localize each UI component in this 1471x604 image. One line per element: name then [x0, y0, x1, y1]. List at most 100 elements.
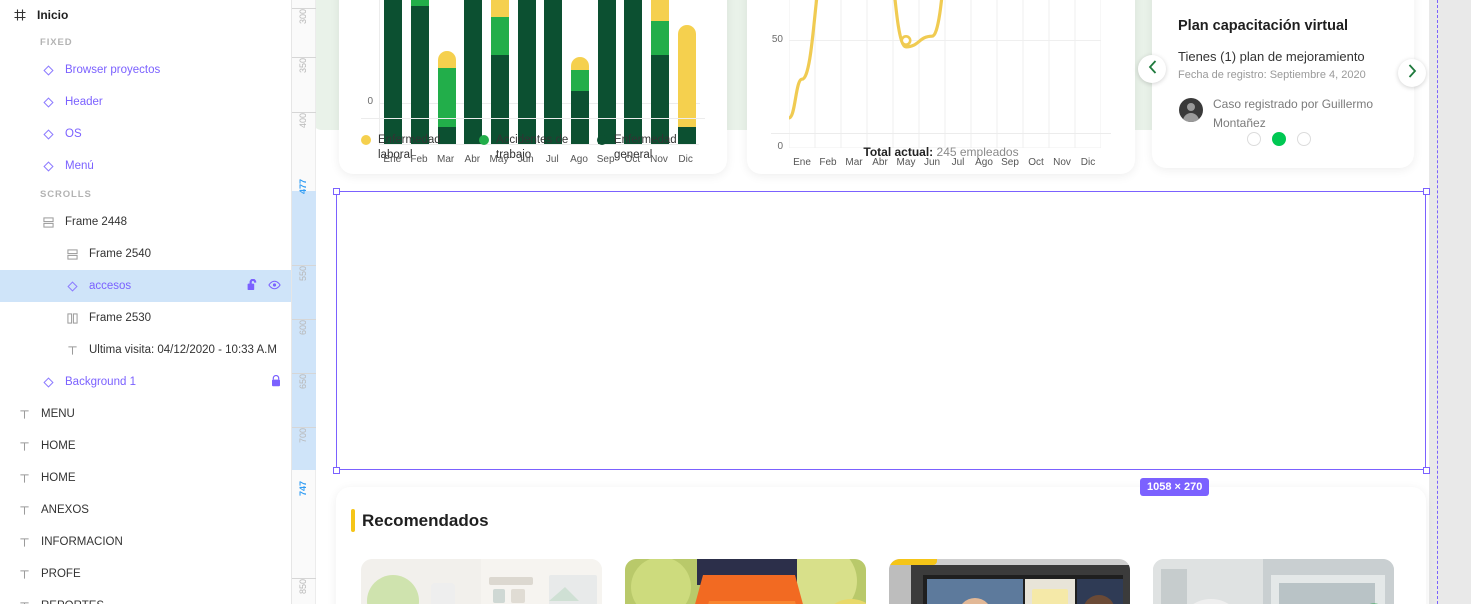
- rec-card-thumb-site[interactable]: [1153, 559, 1394, 604]
- ruler-tick-550: 550: [292, 265, 316, 281]
- ruler-tick-747: 747: [292, 480, 316, 496]
- layer-label: PROFE: [41, 568, 81, 580]
- layer-row-ltima-visita-04-12-2020-10-33-a-m[interactable]: Última visita: 04/12/2020 - 10:33 A.M: [0, 334, 291, 366]
- bar-column-oct: [624, 0, 643, 144]
- layer-row-frame-2540[interactable]: Frame 2540: [0, 238, 291, 270]
- carousel-prev-button[interactable]: [1138, 55, 1166, 83]
- plan-subtitle: Tienes (1) plan de mejoramiento: [1178, 49, 1365, 64]
- bar-column-dic: [677, 0, 696, 144]
- layer-row-frame-2530[interactable]: Frame 2530: [0, 302, 291, 334]
- plan-title: Plan capacitación virtual: [1178, 18, 1349, 34]
- layout-guide-dashed: [1437, 0, 1438, 604]
- carousel-dot-2[interactable]: [1297, 132, 1311, 146]
- rec-card-thumb-worker[interactable]: [625, 559, 866, 604]
- bar-segment: [491, 0, 509, 17]
- section-header-scrolls: SCROLLS: [40, 188, 92, 200]
- vertical-layout-icon: [64, 246, 80, 262]
- ruler-tick-label: 400: [298, 113, 308, 129]
- layer-row-anexos[interactable]: ANEXOS: [0, 494, 291, 526]
- ruler-tick-label: 600: [298, 320, 308, 336]
- component-icon: [40, 94, 56, 110]
- bar-segment: [464, 0, 483, 144]
- layer-label: Background 1: [65, 376, 136, 388]
- line-legend-divider: [771, 133, 1111, 134]
- line-highlight-point[interactable]: [900, 35, 912, 47]
- carousel-dots[interactable]: [1247, 132, 1311, 146]
- bar-chart-plot: [379, 0, 700, 145]
- ruler-tick-850: 850: [292, 578, 316, 594]
- resize-handle-bottom-left[interactable]: [332, 466, 340, 474]
- layer-row-home[interactable]: HOME: [0, 462, 291, 494]
- resize-handle-bottom-right[interactable]: [1422, 466, 1430, 474]
- bar-column-sep: [597, 0, 616, 144]
- bar-segment: [651, 54, 669, 144]
- ruler-tick-label: 350: [298, 58, 308, 74]
- component-icon: [40, 158, 56, 174]
- carousel-next-button[interactable]: [1398, 59, 1426, 87]
- layer-label: Última visita: 04/12/2020 - 10:33 A.M: [89, 344, 277, 356]
- rec-card-thumb-videocall[interactable]: Nuevo: [889, 559, 1130, 604]
- ruler-tick-477: 477: [292, 178, 316, 194]
- bar-segment: [544, 0, 563, 144]
- recomendados-title: Recomendados: [362, 511, 489, 530]
- layer-label: INFORMACIÓN: [41, 536, 123, 548]
- horizontal-layout-icon: [64, 310, 80, 326]
- ruler-tick-350: 350: [292, 57, 316, 73]
- bar-segment: [411, 0, 429, 6]
- ruler-tick-label: 650: [298, 374, 308, 390]
- ruler-tick-label: 300: [298, 9, 308, 25]
- layer-label: ANEXOS: [41, 504, 89, 516]
- text-icon: [16, 598, 32, 604]
- layer-list: Browser proyectos Header OS Menú SCROLLS Fram…: [0, 54, 291, 604]
- layer-label: Browser proyectos: [65, 64, 161, 76]
- bar-column-ene: [384, 0, 403, 144]
- canvas-background-right: [1429, 0, 1471, 604]
- legend-color-dot: [597, 135, 607, 145]
- layer-row-browser-proyectos[interactable]: Browser proyectos: [0, 54, 291, 86]
- text-icon: [16, 406, 32, 422]
- bar-segment: [571, 69, 589, 91]
- layer-label: HOME: [41, 472, 76, 484]
- bar-x-label-ago: Ago: [570, 154, 588, 165]
- component-icon: [64, 278, 80, 294]
- lock-icon[interactable]: [271, 374, 281, 390]
- text-icon: [16, 566, 32, 582]
- rec-card-thumb-garden[interactable]: [361, 559, 602, 604]
- chevron-left-icon: [1148, 59, 1157, 79]
- carousel-dot-0[interactable]: [1247, 132, 1261, 146]
- layer-row-men[interactable]: MENÚ: [0, 398, 291, 430]
- layer-label: Frame 2448: [65, 216, 128, 228]
- bar-x-label-dic: Dic: [678, 154, 693, 165]
- layer-row-frame-2448[interactable]: Frame 2448: [0, 206, 291, 238]
- unlock-icon[interactable]: [247, 278, 258, 294]
- ruler-tick-label: 850: [298, 579, 308, 595]
- layer-row-profe[interactable]: PROFE: [0, 558, 291, 590]
- eye-icon[interactable]: [268, 280, 281, 293]
- layer-row-actions: [271, 366, 281, 398]
- chevron-right-icon: [1408, 63, 1417, 83]
- resize-handle-top-left[interactable]: [332, 187, 340, 195]
- design-canvas[interactable]: Enfermedad laboral Accidentes de trabajo E…: [292, 0, 1471, 604]
- layer-row-reportes[interactable]: REPORTES: [0, 590, 291, 604]
- layer-row-informaci-n[interactable]: INFORMACIÓN: [0, 526, 291, 558]
- carousel-dot-1[interactable]: [1272, 132, 1286, 146]
- figma-editor-window: Inicio FIXED Browser proyectos Header OS Me…: [0, 0, 1471, 604]
- layer-root-inicio[interactable]: Inicio: [0, 0, 291, 30]
- layer-row-header[interactable]: Header: [0, 86, 291, 118]
- component-icon: [40, 62, 56, 78]
- line-series-serie-amarilla: [789, 0, 944, 120]
- text-icon: [64, 342, 80, 358]
- layer-row-home[interactable]: HOME: [0, 430, 291, 462]
- resize-handle-top-right[interactable]: [1422, 187, 1430, 195]
- ruler-tick-label: 477: [298, 179, 308, 195]
- bar-column-nov: [651, 0, 669, 144]
- layer-row-men[interactable]: Menú: [0, 150, 291, 182]
- bar-segment: [677, 25, 696, 127]
- card-line-chart: Total actual: 245 empleados 0 50 Ene Feb Mar…: [747, 0, 1135, 174]
- layer-row-os[interactable]: OS: [0, 118, 291, 150]
- selection-bounding-box[interactable]: [332, 187, 1430, 474]
- section-header-fixed: FIXED: [0, 30, 291, 54]
- vertical-ruler[interactable]: 300 350 400 477 550 600 650 700 747 850: [292, 0, 316, 604]
- layer-row-accesos[interactable]: accesos: [0, 270, 291, 302]
- layer-row-background-1[interactable]: Background 1: [0, 366, 291, 398]
